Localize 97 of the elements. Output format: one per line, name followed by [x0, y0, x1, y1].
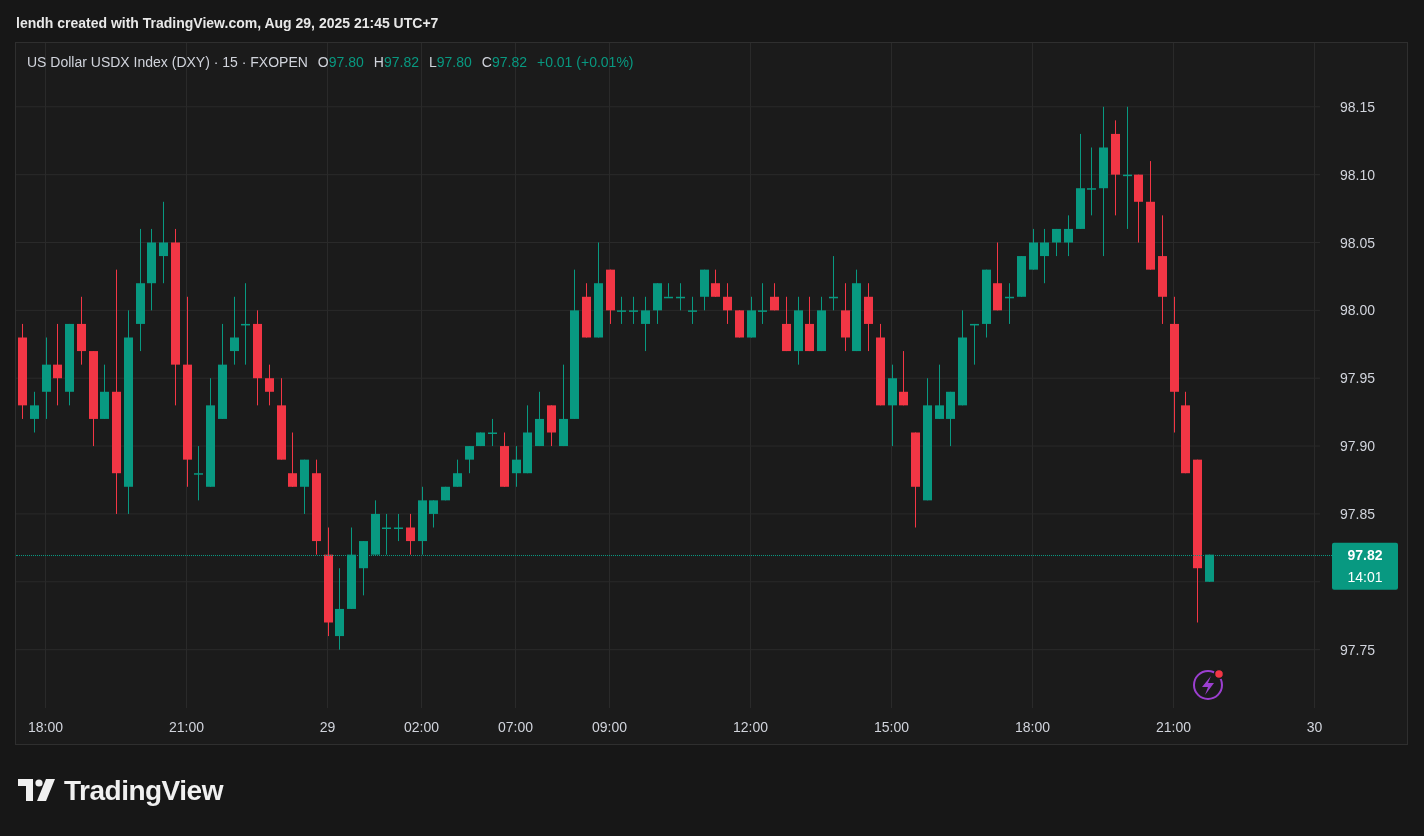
price-axis-label: 98.10 — [1340, 166, 1376, 183]
price-change: +0.01 (+0.01%) — [537, 54, 634, 70]
candlestick — [935, 364, 944, 419]
candlestick — [676, 283, 685, 311]
ohlc-label: C — [481, 54, 492, 70]
candlestick — [1087, 147, 1096, 216]
candlestick — [864, 283, 873, 352]
candlestick — [476, 432, 485, 447]
candlestick — [265, 364, 274, 406]
candlestick — [993, 242, 1002, 311]
candlestick — [288, 432, 297, 487]
candlestick — [512, 446, 521, 487]
candlestick — [606, 269, 615, 324]
time-axis-label: 29 — [319, 719, 336, 735]
candlestick — [970, 323, 979, 365]
candlestick — [30, 391, 39, 433]
candlestick — [1052, 228, 1061, 257]
candlestick — [230, 296, 239, 365]
price-axis-label: 98.05 — [1340, 234, 1376, 251]
ohlc-label: O — [317, 54, 329, 70]
candlestick — [794, 296, 803, 365]
candlestick — [77, 296, 86, 365]
candlestick — [100, 364, 109, 419]
time-axis-label: 07:00 — [498, 719, 533, 735]
candlestick — [359, 541, 368, 596]
candlestick — [770, 283, 779, 311]
time-axis-label: 09:00 — [592, 719, 627, 735]
candlestick — [1134, 174, 1143, 243]
candlestick — [747, 296, 756, 338]
candlestick — [1064, 215, 1073, 257]
symbol-title: US Dollar USDX Index (DXY) · 15 · FXOPEN — [27, 54, 308, 70]
ohlc-value: 97.80 — [328, 54, 364, 70]
candlestick — [711, 269, 720, 297]
time-axis-label: 12:00 — [733, 719, 768, 735]
time-axis-label: 21:00 — [1156, 719, 1191, 735]
candlestick — [805, 296, 814, 352]
time-axis-label: 30 — [1306, 719, 1323, 735]
time-axis-label: 21:00 — [169, 719, 204, 735]
logo-icon — [18, 779, 56, 803]
candlestick — [429, 500, 438, 528]
ohlc-label: L — [428, 54, 437, 70]
time-axis-label: 15:00 — [874, 719, 909, 735]
candlestick — [382, 513, 391, 555]
last-price-tag: 97.82 14:01 — [1332, 542, 1398, 590]
candlestick — [723, 283, 732, 324]
price-axis-label: 97.90 — [1340, 438, 1376, 455]
candlestick — [535, 391, 544, 447]
candlestick — [394, 513, 403, 542]
candlestick — [982, 269, 991, 338]
price-axis-label: 97.75 — [1340, 641, 1376, 658]
candlestick — [453, 459, 462, 487]
candlestick — [500, 432, 509, 487]
ohlc-label: H — [373, 54, 384, 70]
candlestick — [664, 283, 673, 299]
candlestick — [629, 296, 638, 324]
candlestick — [617, 296, 626, 324]
candlestick — [700, 269, 709, 311]
candlestick — [899, 351, 908, 406]
candlestick — [1040, 228, 1049, 284]
chart-caption: lendh created with TradingView.com, Aug 29, 2025 21:45 UTC+7 — [16, 15, 439, 31]
candlestick — [300, 459, 309, 514]
time-axis-label: 02:00 — [404, 719, 439, 735]
candlestick — [418, 486, 427, 555]
candlestick — [1005, 283, 1014, 324]
candlestick — [547, 405, 556, 447]
candlestick — [641, 296, 650, 352]
ohlc-value: 97.82 — [491, 54, 527, 70]
candlestick — [688, 296, 697, 324]
time-axis-label: 18:00 — [28, 719, 63, 735]
candlestick — [653, 283, 662, 324]
price-axis-label: 98.00 — [1340, 302, 1376, 319]
candlestick — [1017, 256, 1026, 297]
price-axis-label: 98.15 — [1340, 98, 1376, 115]
candlestick — [841, 283, 850, 352]
candlestick — [1029, 228, 1038, 270]
candlestick — [1205, 554, 1214, 582]
candlestick — [946, 391, 955, 447]
candlestick — [441, 486, 450, 501]
price-axis-label: 97.95 — [1340, 370, 1376, 387]
candlestick — [782, 296, 791, 352]
candlestick — [582, 283, 591, 338]
candlestick — [829, 256, 838, 311]
candlestick — [465, 446, 474, 474]
candlestick — [406, 513, 415, 555]
time-axis-label: 18:00 — [1015, 719, 1050, 735]
candlestick — [194, 446, 203, 501]
candlestick — [523, 405, 532, 474]
candlestick — [735, 310, 744, 338]
brand-name: TradingView — [64, 775, 223, 807]
price-axis-label: 97.85 — [1340, 505, 1376, 522]
candlestick — [758, 283, 767, 324]
candlestick — [488, 418, 497, 447]
lightning-icon[interactable] — [1193, 668, 1225, 700]
candlestick — [817, 296, 826, 352]
candlestick — [371, 500, 380, 555]
ohlc-value: 97.80 — [436, 54, 472, 70]
ohlc-value: 97.82 — [383, 54, 419, 70]
